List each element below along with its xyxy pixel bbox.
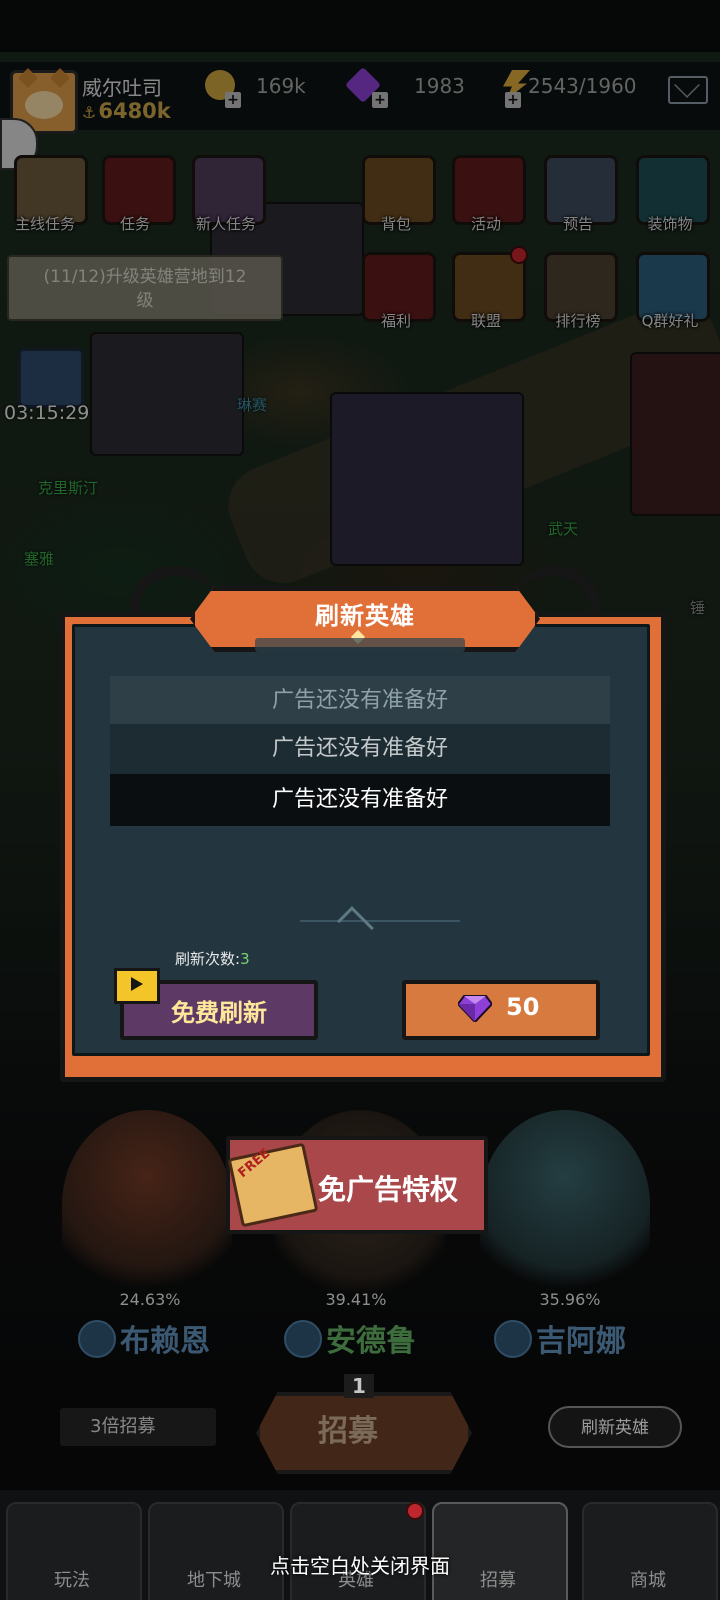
recruit-label[interactable]: 招募 <box>318 1406 378 1450</box>
no-ads-privilege-label[interactable]: 免广告特权 <box>318 1168 458 1208</box>
water-element-icon <box>284 1320 322 1358</box>
hero-portrait[interactable] <box>480 1110 650 1300</box>
heroes-notification-dot <box>406 1502 424 1520</box>
dialog-divider <box>300 920 460 928</box>
gem-refresh-cost[interactable]: 50 <box>506 993 539 1021</box>
hero-name: 安德鲁 <box>326 1324 416 1359</box>
refresh-count-label: 刷新次数: <box>175 950 241 968</box>
tap-to-close-hint[interactable]: 点击空白处关闭界面 <box>0 1550 720 1579</box>
ad-not-ready-message: 广告还没有准备好 <box>110 774 610 826</box>
refresh-heroes-button[interactable]: 刷新英雄 <box>548 1406 682 1448</box>
dialog-title: 刷新英雄 <box>315 602 415 630</box>
hero-name: 布赖恩 <box>120 1324 210 1359</box>
gem-refresh-button[interactable] <box>402 980 600 1040</box>
water-element-icon <box>78 1320 116 1358</box>
recruit-count: 1 <box>344 1374 374 1398</box>
refresh-count-value: 3 <box>240 950 250 968</box>
video-play-icon <box>114 968 160 1004</box>
hero-portrait[interactable] <box>62 1110 232 1300</box>
hero-name: 吉阿娜 <box>536 1324 626 1359</box>
hero-rate: 35.96% <box>539 1290 601 1309</box>
refresh-count: 刷新次数:3 <box>175 948 250 969</box>
water-element-icon <box>494 1320 532 1358</box>
game-screen: 威尔吐司 ⚓6480k + 169k + 1983 + 2543/1960 主线… <box>0 0 720 1600</box>
faded-ad-message <box>255 638 465 652</box>
triple-recruit-label[interactable]: 3倍招募 <box>90 1412 155 1438</box>
ad-not-ready-message: 广告还没有准备好 <box>110 724 610 774</box>
hero-rate: 24.63% <box>119 1290 181 1309</box>
ad-not-ready-message: 广告还没有准备好 <box>110 676 610 726</box>
hero-rate: 39.41% <box>325 1290 387 1309</box>
gem-icon <box>458 995 492 1022</box>
